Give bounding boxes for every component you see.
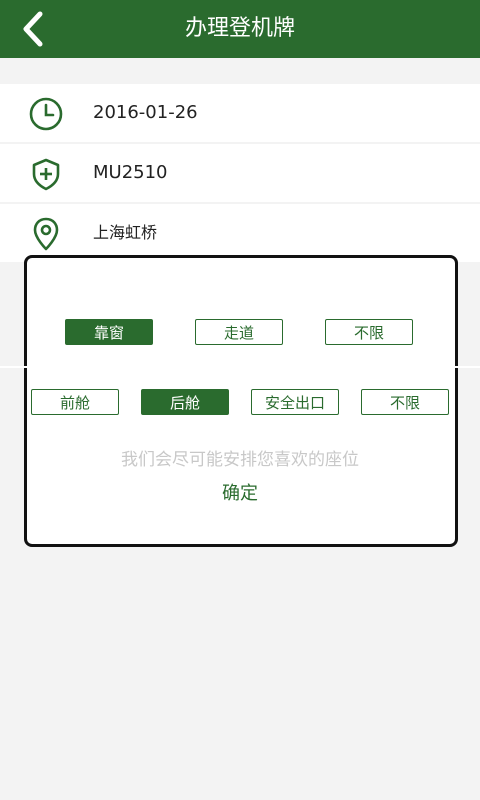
preference-hint: 我们会尽可能安排您喜欢的座位 [121, 450, 359, 470]
airport-name: 上海虹桥 [93, 223, 158, 242]
flight-row[interactable]: MU2510 [0, 144, 480, 202]
date-row[interactable]: 2016-01-26 [0, 84, 480, 142]
cabin-option-front[interactable]: 前舱 [31, 389, 119, 415]
seat-option-window[interactable]: 靠窗 [65, 319, 153, 345]
cabin-option-rear[interactable]: 后舱 [141, 389, 229, 415]
dialog-divider [0, 366, 480, 368]
cabin-option-exit[interactable]: 安全出口 [251, 389, 339, 415]
flight-date: 2016-01-26 [93, 102, 198, 123]
shield-plus-icon [32, 158, 60, 191]
confirm-button[interactable]: 确定 [200, 480, 280, 508]
airport-row[interactable]: 上海虹桥 [0, 204, 480, 262]
page-title: 办理登机牌 [184, 16, 295, 41]
location-pin-icon [33, 217, 59, 251]
flight-number: MU2510 [93, 162, 168, 183]
clock-icon [29, 97, 63, 131]
top-bar: 办理登机牌 [0, 0, 480, 58]
seat-option-any[interactable]: 不限 [325, 319, 413, 345]
cabin-option-any[interactable]: 不限 [361, 389, 449, 415]
seat-option-aisle[interactable]: 走道 [195, 319, 283, 345]
